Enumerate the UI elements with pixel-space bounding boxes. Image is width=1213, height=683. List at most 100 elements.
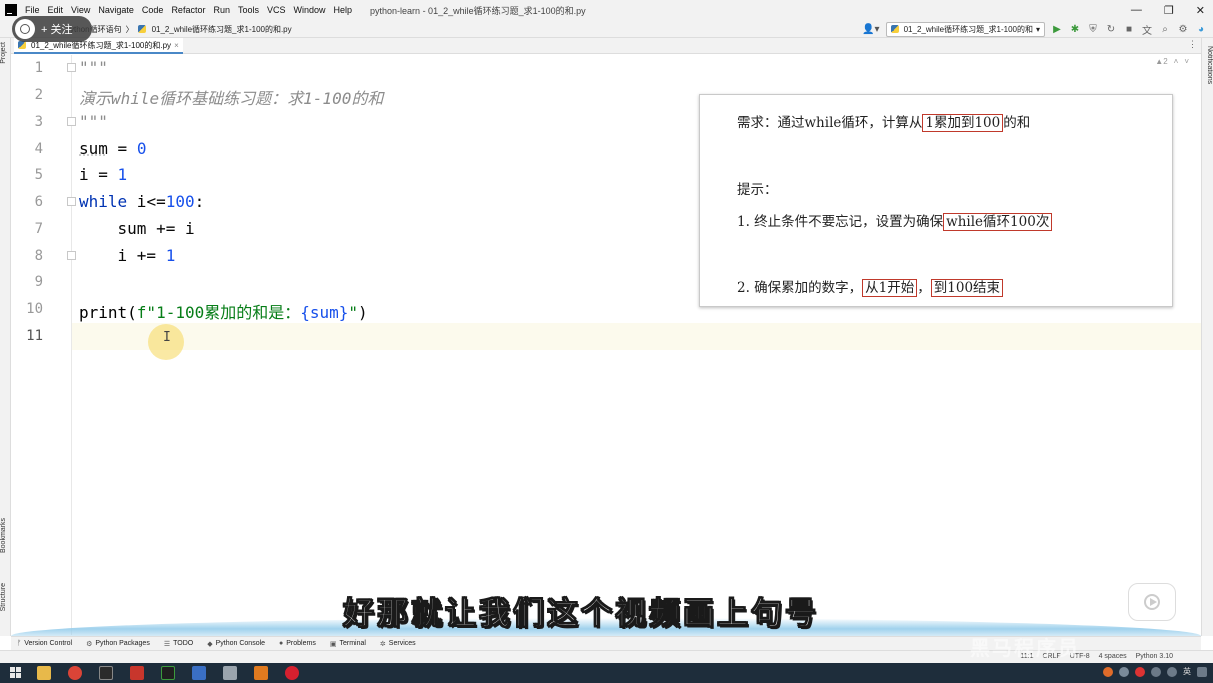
chevron-up-icon[interactable]: ˄ — [1174, 57, 1179, 66]
pycharm-app-icon[interactable] — [161, 666, 175, 680]
menu-help[interactable]: Help — [334, 5, 353, 15]
volume-icon[interactable] — [1167, 666, 1177, 677]
fold-marker-icon[interactable] — [67, 63, 76, 72]
tool-label: Terminal — [339, 640, 366, 647]
window-title: python-learn - 01_2_while循环练习题_求1-100的和.… — [370, 5, 586, 16]
tray-app-icon[interactable] — [1119, 666, 1129, 677]
media-icon[interactable] — [254, 666, 268, 680]
current-line-highlight — [11, 323, 1201, 350]
menu-file[interactable]: File — [25, 5, 40, 15]
menu-run[interactable]: Run — [213, 5, 230, 15]
fold-marker-icon[interactable] — [67, 251, 76, 260]
breadcrumb-file[interactable]: 01_2_while循环练习题_求1-100的和.py — [152, 24, 292, 35]
highlight-box: while循环100次 — [943, 213, 1053, 231]
network-icon[interactable] — [1151, 666, 1161, 677]
terminal-app-icon[interactable] — [99, 666, 113, 680]
right-tool-strip: Notifications — [1201, 38, 1213, 636]
warning-count: ▲2 — [1155, 57, 1168, 66]
code-line-10: print(f"1-100累加的和是：{sum}") — [79, 299, 368, 323]
debug-icon[interactable]: ✱ — [1069, 23, 1081, 35]
stop-icon[interactable]: ■ — [1123, 23, 1135, 35]
tool-services[interactable]: ✲ Services — [380, 640, 416, 648]
menu-view[interactable]: View — [71, 5, 90, 15]
tool-version-control[interactable]: ᚠ Version Control — [17, 640, 72, 647]
tool-terminal[interactable]: ▣ Terminal — [330, 640, 366, 648]
run-icon[interactable]: ▶ — [1051, 23, 1063, 35]
coverage-icon[interactable]: ⛨ — [1087, 23, 1099, 35]
chrome-icon[interactable] — [68, 666, 82, 680]
windows-start-icon[interactable] — [10, 667, 22, 679]
operator: = — [107, 139, 137, 158]
project-tool-button[interactable]: Project — [0, 42, 11, 64]
tray-app-icon[interactable] — [1103, 666, 1113, 677]
wps-icon[interactable] — [130, 666, 144, 680]
tip-title: 提示： — [737, 182, 778, 198]
console-icon: ◆ — [207, 640, 213, 648]
menu-tools[interactable]: Tools — [238, 5, 259, 15]
avatar — [15, 19, 35, 39]
ime-indicator[interactable]: 英 — [1183, 666, 1191, 677]
vscode-icon[interactable] — [192, 666, 206, 680]
minimize-button[interactable]: — — [1131, 4, 1142, 16]
app-icon[interactable] — [223, 666, 237, 680]
play-button[interactable] — [1128, 583, 1176, 621]
close-button[interactable]: ✕ — [1196, 4, 1205, 17]
pycharm-logo-icon — [5, 4, 17, 16]
user-icon[interactable]: 👤▾ — [862, 24, 879, 35]
tool-problems[interactable]: ● Problems — [279, 640, 316, 647]
run-config-select[interactable]: 01_2_while循环练习题_求1-100的和 ▾ — [885, 21, 1045, 37]
keyword: while — [79, 192, 128, 211]
more-icon[interactable]: ⋮ — [1188, 39, 1197, 50]
tool-todo[interactable]: ☰ TODO — [164, 640, 193, 648]
tray-record-icon[interactable] — [1135, 666, 1145, 677]
tool-python-packages[interactable]: ⚙ Python Packages — [86, 640, 150, 648]
highlight-box: 到100结束 — [930, 279, 1004, 297]
structure-tool-button[interactable]: Structure — [0, 583, 11, 611]
record-icon[interactable] — [285, 666, 299, 680]
code-line-4: sum = 0 — [79, 139, 146, 158]
package-icon: ⚙ — [86, 640, 93, 648]
code-line-8: i += 1 — [79, 246, 176, 265]
colon: : — [194, 192, 205, 211]
fold-marker-icon[interactable] — [67, 197, 76, 206]
menu-edit[interactable]: Edit — [48, 5, 64, 15]
code-line-2: 演示while循环基础练习题：求1-100的和 — [79, 89, 384, 108]
menu-navigate[interactable]: Navigate — [98, 5, 134, 15]
breadcrumb: ython循环语句 〉 01_2_while循环练习题_求1-100的和.py — [70, 20, 292, 38]
follow-button[interactable]: + 关注 — [12, 16, 92, 42]
inspection-widget[interactable]: ▲2 ˄ ˅ — [1155, 57, 1189, 66]
code-line-3: """ — [79, 112, 108, 131]
file-explorer-icon[interactable] — [37, 666, 51, 680]
condition: i<= — [127, 192, 166, 211]
menu-window[interactable]: Window — [294, 5, 326, 15]
chevron-down-icon[interactable]: ˅ — [1184, 57, 1189, 66]
terminal-icon: ▣ — [329, 640, 337, 648]
python-file-icon — [137, 25, 146, 33]
jetbrains-logo-icon[interactable]: ◕ — [1195, 23, 1207, 35]
notification-icon[interactable] — [1197, 666, 1207, 677]
menu-vcs[interactable]: VCS — [267, 5, 286, 15]
problems-icon: ● — [279, 640, 284, 647]
paren: ) — [358, 303, 368, 322]
python-interpreter[interactable]: Python 3.10 — [1136, 653, 1173, 660]
line-number: 4 — [34, 141, 43, 157]
maximize-button[interactable]: ❐ — [1164, 4, 1174, 17]
list-icon: ☰ — [163, 640, 171, 648]
settings-icon[interactable]: ⚙ — [1177, 23, 1189, 35]
menu-code[interactable]: Code — [142, 5, 164, 15]
bookmarks-tool-button[interactable]: Bookmarks — [0, 518, 11, 553]
search-icon[interactable]: ⌕ — [1159, 23, 1171, 35]
close-icon[interactable]: × — [174, 41, 179, 50]
notifications-tool-button[interactable]: Notifications — [1202, 46, 1213, 84]
code-line-6: while i<=100: — [79, 192, 204, 211]
menu-refactor[interactable]: Refactor — [171, 5, 205, 15]
profile-icon[interactable]: ↻ — [1105, 23, 1117, 35]
indent-setting[interactable]: 4 spaces — [1099, 653, 1127, 660]
line-number: 2 — [34, 87, 43, 103]
translate-icon[interactable]: 文 — [1141, 23, 1153, 37]
branch-icon: ᚠ — [17, 640, 22, 647]
main-toolbar: 👤▾ 01_2_while循环练习题_求1-100的和 ▾ ▶ ✱ ⛨ ↻ ■ … — [862, 21, 1207, 37]
highlight-box: 从1开始 — [862, 279, 918, 297]
tool-python-console[interactable]: ◆ Python Console — [207, 640, 265, 648]
fold-marker-icon[interactable] — [67, 117, 76, 126]
